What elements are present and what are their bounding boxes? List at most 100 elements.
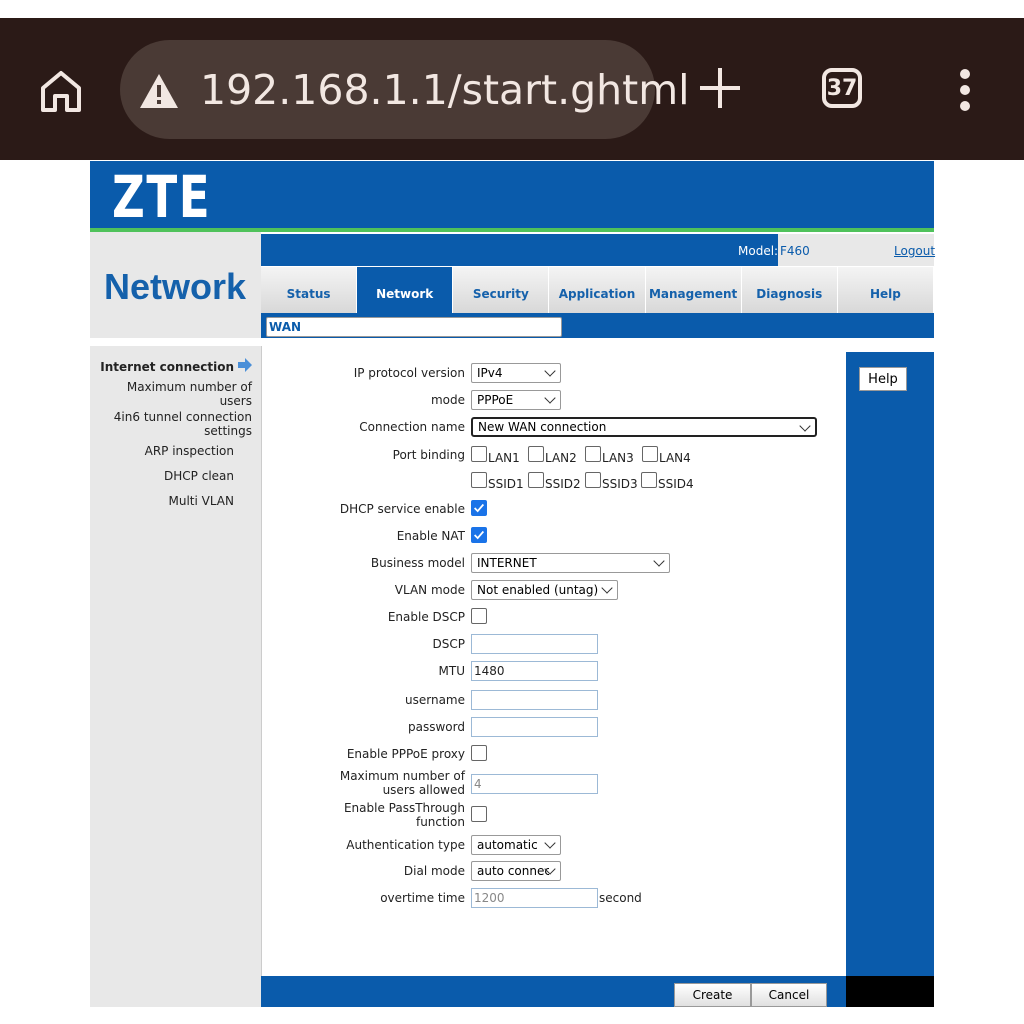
model-label: Model: — [738, 244, 779, 258]
business-model-value: INTERNET — [477, 556, 537, 570]
mode-value: PPPoE — [477, 393, 514, 407]
dscp-input[interactable] — [471, 634, 598, 654]
connection-name-value: New WAN connection — [478, 420, 607, 434]
tab-help[interactable]: Help — [837, 267, 934, 313]
tab-application[interactable]: Application — [549, 267, 646, 313]
sidebar-item-multi-vlan[interactable]: Multi VLAN — [110, 494, 234, 508]
overtime-unit: second — [599, 891, 642, 905]
connection-name-select[interactable]: New WAN connection — [471, 417, 817, 437]
left-panel — [90, 232, 261, 1007]
warning-icon[interactable] — [138, 72, 180, 110]
tab-management[interactable]: Management — [645, 267, 742, 313]
username-input[interactable] — [471, 690, 598, 710]
username-label: username — [405, 693, 465, 707]
pppoe-proxy-checkbox[interactable] — [471, 745, 487, 761]
vlan-mode-select[interactable]: Not enabled (untag) — [471, 580, 618, 600]
model-value: F460 — [780, 244, 810, 258]
home-icon[interactable] — [38, 68, 84, 114]
enable-dscp-label: Enable DSCP — [387, 610, 465, 624]
overtime-label: overtime time — [380, 891, 465, 905]
ip-protocol-value: IPv4 — [477, 366, 503, 380]
pppoe-proxy-label: Enable PPPoE proxy — [346, 747, 465, 761]
mode-select[interactable]: PPPoE — [471, 390, 561, 410]
business-model-select[interactable]: INTERNET — [471, 553, 670, 573]
mode-label: mode — [430, 393, 465, 407]
menu-kebab-icon[interactable] — [955, 68, 975, 112]
chevron-down-icon — [544, 365, 556, 377]
help-button[interactable]: Help — [859, 367, 907, 391]
nat-label: Enable NAT — [396, 529, 465, 543]
lan2-checkbox[interactable] — [528, 446, 544, 462]
ssid3-label: SSID3 — [602, 477, 638, 491]
lan4-label: LAN4 — [659, 451, 691, 465]
sidebar-item-4in6-tunnel[interactable]: 4in6 tunnel connection settings — [110, 410, 252, 438]
max-users-label: Maximum number of users allowed — [339, 769, 465, 797]
ssid4-checkbox[interactable] — [641, 472, 657, 488]
sidebar-item-arp-inspection[interactable]: ARP inspection — [110, 444, 234, 458]
chevron-down-icon — [799, 420, 811, 432]
lan3-checkbox[interactable] — [585, 446, 601, 462]
ssid4-label: SSID4 — [658, 477, 694, 491]
mtu-label: MTU — [438, 664, 465, 678]
ssid2-label: SSID2 — [545, 477, 581, 491]
dscp-label: DSCP — [432, 637, 465, 651]
sidebar-item-max-users[interactable]: Maximum number of users — [110, 380, 252, 408]
password-input[interactable] — [471, 717, 598, 737]
url-text[interactable]: 192.168.1.1/start.ghtml — [200, 64, 690, 116]
lan1-checkbox[interactable] — [471, 446, 487, 462]
lan1-label: LAN1 — [488, 451, 520, 465]
new-tab-icon[interactable] — [698, 66, 742, 110]
section-title: Network — [104, 266, 247, 307]
mtu-input[interactable]: 1480 — [471, 661, 598, 681]
zte-logo: ZTE — [112, 163, 212, 231]
arrow-right-icon — [238, 358, 252, 372]
tab-count-button[interactable]: 37 — [822, 68, 862, 108]
subnav-wan[interactable]: WAN — [266, 317, 563, 337]
ip-protocol-label: IP protocol version — [353, 366, 465, 380]
auth-type-label: Authentication type — [346, 838, 465, 852]
port-binding-label: Port binding — [392, 448, 465, 462]
auth-type-value: automatic — [477, 838, 538, 852]
dial-mode-label: Dial mode — [403, 864, 465, 878]
vlan-mode-label: VLAN mode — [394, 583, 465, 597]
tab-network[interactable]: Network — [357, 267, 454, 313]
lan4-checkbox[interactable] — [642, 446, 658, 462]
main-tabs: Status Network Security Application Mana… — [261, 267, 934, 313]
ssid2-checkbox[interactable] — [528, 472, 544, 488]
max-users-input[interactable]: 4 — [471, 774, 598, 794]
lan2-label: LAN2 — [545, 451, 577, 465]
dial-mode-select[interactable]: auto connect — [471, 861, 561, 881]
password-label: password — [408, 720, 465, 734]
lan3-label: LAN3 — [602, 451, 634, 465]
overtime-input[interactable]: 1200 — [471, 888, 598, 908]
ssid3-checkbox[interactable] — [585, 472, 601, 488]
checkmark-icon — [474, 530, 485, 540]
sidebar-item-internet-connection[interactable]: Internet connection — [100, 360, 234, 374]
chevron-down-icon — [544, 392, 556, 404]
chevron-down-icon — [544, 837, 556, 849]
ssid1-label: SSID1 — [488, 477, 524, 491]
business-model-label: Business model — [370, 556, 465, 570]
nat-checkbox[interactable] — [471, 527, 487, 543]
dhcp-checkbox[interactable] — [471, 500, 487, 516]
cancel-button[interactable]: Cancel — [751, 983, 827, 1007]
tab-diagnosis[interactable]: Diagnosis — [741, 267, 838, 313]
chevron-down-icon — [653, 555, 665, 567]
enable-dscp-checkbox[interactable] — [471, 608, 487, 624]
tab-security[interactable]: Security — [453, 267, 550, 313]
auth-type-select[interactable]: automatic — [471, 835, 561, 855]
connection-name-label: Connection name — [359, 420, 465, 434]
create-button[interactable]: Create — [674, 983, 751, 1007]
chevron-down-icon — [601, 582, 613, 594]
ssid1-checkbox[interactable] — [471, 472, 487, 488]
tab-status[interactable]: Status — [261, 267, 358, 313]
ip-protocol-select[interactable]: IPv4 — [471, 363, 561, 383]
logout-link[interactable]: Logout — [894, 244, 935, 258]
passthrough-checkbox[interactable] — [471, 806, 487, 822]
left-panel-divider — [90, 338, 261, 346]
action-bar-end — [846, 976, 934, 1007]
passthrough-label: Enable PassThrough function — [343, 801, 465, 829]
help-panel — [846, 352, 934, 976]
sidebar-item-dhcp-clean[interactable]: DHCP clean — [110, 469, 234, 483]
checkmark-icon — [474, 503, 485, 513]
